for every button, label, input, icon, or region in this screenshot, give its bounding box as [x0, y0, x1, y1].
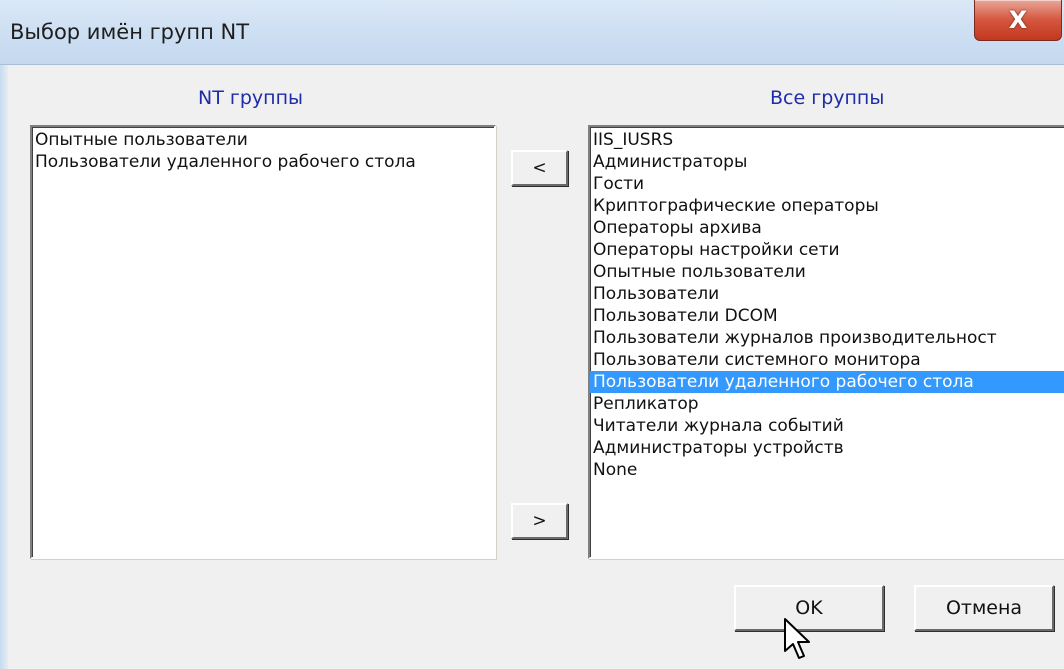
window-frame-edge	[0, 65, 8, 669]
nt-groups-list[interactable]: Опытные пользователи Пользователи удаленн…	[30, 125, 496, 559]
dialog-window: Выбор имён групп NT X NT группы Все груп…	[0, 0, 1064, 669]
title-bar[interactable]: Выбор имён групп NT X	[0, 0, 1064, 65]
all-groups-header: Все группы	[770, 87, 885, 109]
list-item[interactable]: Пользователи удаленного рабочего стола	[32, 151, 494, 173]
cancel-button[interactable]: Отмена	[914, 585, 1054, 631]
arrow-cursor-icon	[784, 618, 810, 659]
move-right-button[interactable]: >	[511, 503, 568, 539]
list-item[interactable]: Операторы настройки сети	[590, 239, 1064, 261]
list-item[interactable]: Администраторы устройств	[590, 437, 1064, 459]
all-groups-list[interactable]: IIS_IUSRS Администраторы Гости Криптографич…	[588, 125, 1064, 559]
list-item[interactable]: Опытные пользователи	[590, 261, 1064, 283]
list-item[interactable]: Пользователи журналов производительност	[590, 327, 1064, 349]
list-item[interactable]: Пользователи	[590, 283, 1064, 305]
list-item[interactable]: Читатели журнала событий	[590, 415, 1064, 437]
list-item[interactable]: Пользователи системного монитора	[590, 349, 1064, 371]
close-icon: X	[1008, 6, 1028, 34]
list-item[interactable]: Опытные пользователи	[32, 129, 494, 151]
list-item[interactable]: Операторы архива	[590, 217, 1064, 239]
list-item[interactable]: Администраторы	[590, 151, 1064, 173]
list-item[interactable]: None	[590, 459, 1064, 481]
window-title: Выбор имён групп NT	[10, 20, 250, 44]
list-item[interactable]: Криптографические операторы	[590, 195, 1064, 217]
list-item[interactable]: Пользователи DCOM	[590, 305, 1064, 327]
nt-groups-header: NT группы	[198, 87, 303, 109]
list-item[interactable]: IIS_IUSRS	[590, 129, 1064, 151]
move-left-button[interactable]: <	[511, 150, 568, 186]
close-button[interactable]: X	[974, 0, 1062, 41]
list-item[interactable]: Репликатор	[590, 393, 1064, 415]
list-item[interactable]: Гости	[590, 173, 1064, 195]
dialog-body: NT группы Все группы Опытные пользовател…	[0, 65, 1064, 669]
list-item[interactable]: Пользователи удаленного рабочего стола	[590, 371, 1064, 393]
